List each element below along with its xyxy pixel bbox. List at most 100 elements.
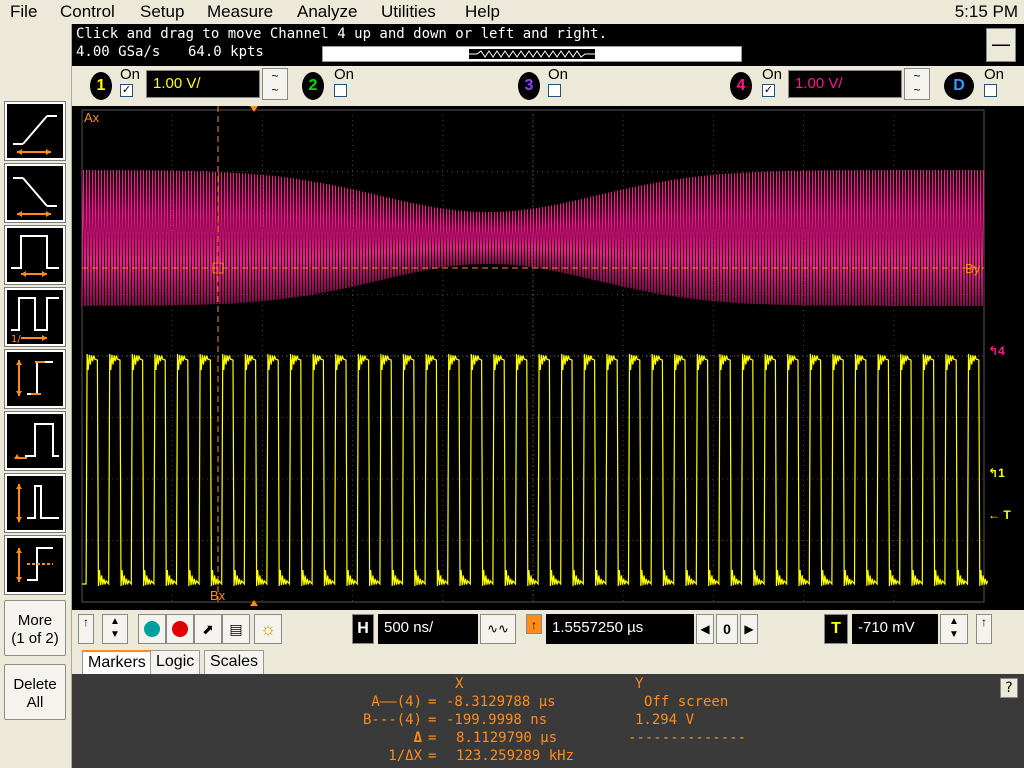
delete-all-label: All bbox=[26, 694, 44, 711]
channel-3-checkbox[interactable] bbox=[548, 84, 561, 97]
printer-icon: ▤ bbox=[229, 621, 243, 637]
single-button[interactable]: ⬈ bbox=[194, 614, 222, 644]
marker-delta-x: 8.1129790 µs bbox=[456, 730, 558, 746]
trigger-level-field[interactable]: -710 mV bbox=[852, 614, 938, 644]
markers-panel: X Y A——(4) = -8.3129788 µs Off screen B-… bbox=[72, 674, 1024, 768]
position-left-arrow-icon[interactable]: ◀ bbox=[696, 614, 714, 644]
status-bar: Click and drag to move Channel 4 up and … bbox=[72, 24, 1024, 66]
timebase-coupling[interactable]: ∿∿ bbox=[480, 614, 516, 644]
trigger-level-marker[interactable]: ← T bbox=[988, 508, 1011, 522]
horizontal-bar: ↑ ▲ ▼ ⬈ ▤ ☼ H 500 ns/ ∿∿ ↑ 1.5557250 µs ◀… bbox=[72, 610, 1024, 648]
menu-bar: File Control Setup Measure Analyze Utili… bbox=[0, 0, 1024, 24]
digital-checkbox[interactable] bbox=[984, 84, 997, 97]
vertical-up-arrow-icon[interactable]: ↑ bbox=[78, 614, 94, 644]
channel-4-scale[interactable]: 1.00 V/ bbox=[788, 70, 902, 98]
sun-icon: ☼ bbox=[259, 619, 277, 639]
marker-y-header: Y bbox=[635, 676, 644, 692]
help-button[interactable]: ? bbox=[1000, 678, 1018, 698]
single-icon: ⬈ bbox=[202, 621, 214, 637]
timebase-field[interactable]: 500 ns/ bbox=[378, 614, 478, 644]
channel-1-ground-marker[interactable]: ↰1 bbox=[988, 466, 1005, 480]
runt-trigger-button[interactable] bbox=[4, 411, 66, 471]
channel-4-on-label: On bbox=[762, 66, 783, 83]
channel-4-icon[interactable]: 4 bbox=[730, 72, 752, 100]
digital-channels-icon[interactable]: D bbox=[944, 72, 974, 100]
channel-2-on-label: On bbox=[334, 66, 355, 83]
menu-setup[interactable]: Setup bbox=[140, 2, 184, 22]
waveform-svg bbox=[81, 106, 989, 606]
brightness-button[interactable]: ☼ bbox=[254, 614, 282, 644]
marker-bx-label: Bx bbox=[210, 588, 226, 603]
menu-utilities[interactable]: Utilities bbox=[381, 2, 436, 22]
trigger-up-arrow-icon[interactable]: ↑ bbox=[976, 614, 992, 644]
rise-time-icon bbox=[16, 360, 53, 396]
stop-button[interactable] bbox=[166, 614, 194, 644]
menu-help[interactable]: Help bbox=[465, 2, 500, 22]
horizontal-h-icon[interactable]: H bbox=[352, 614, 374, 644]
channel-4-coupling[interactable]: ~ ~ bbox=[904, 68, 930, 100]
print-button[interactable]: ▤ bbox=[222, 614, 250, 644]
marker-delta-label: Δ bbox=[413, 730, 422, 746]
trigger-position-top-icon bbox=[250, 106, 258, 112]
run-button[interactable] bbox=[138, 614, 166, 644]
tab-logic[interactable]: Logic bbox=[150, 650, 201, 674]
pulse-width-trigger-button[interactable] bbox=[4, 225, 66, 285]
overview-trace bbox=[469, 50, 595, 58]
sample-rate: 4.00 GSa/s bbox=[76, 44, 161, 60]
scroll-updown-icon[interactable]: ▲ ▼ bbox=[102, 614, 128, 644]
waveform-display[interactable]: Ax Bx By ↰4 ↰1 ← T bbox=[72, 106, 1024, 610]
trigger-level-updown-icon[interactable]: ▲ ▼ bbox=[940, 614, 968, 644]
more-button[interactable]: More (1 of 2) bbox=[4, 600, 66, 656]
marker-a-label: A——(4) bbox=[371, 694, 422, 710]
menu-control[interactable]: Control bbox=[60, 2, 115, 22]
channel-1-on-label: On bbox=[120, 66, 141, 83]
clock: 5:15 PM bbox=[954, 2, 1018, 21]
setup-hold-trigger-button[interactable] bbox=[4, 535, 66, 595]
period-trigger-button[interactable]: 1/ bbox=[4, 287, 66, 347]
digital-on-label: On bbox=[984, 66, 1005, 83]
trigger-t-icon[interactable]: T bbox=[824, 614, 848, 644]
tab-markers[interactable]: Markers bbox=[82, 650, 152, 674]
channel-2-checkbox[interactable] bbox=[334, 84, 347, 97]
waveform-overview[interactable] bbox=[322, 46, 742, 62]
channel-3-icon[interactable]: 3 bbox=[518, 72, 540, 100]
svg-text:1/: 1/ bbox=[11, 334, 21, 344]
rise-time-trigger-button[interactable] bbox=[4, 349, 66, 409]
trigger-position-bottom-icon bbox=[250, 600, 258, 606]
channel-4-ground-marker[interactable]: ↰4 bbox=[988, 344, 1005, 358]
channel-1-scale[interactable]: 1.00 V/ bbox=[146, 70, 260, 98]
channel-1-checkbox[interactable]: ✓ bbox=[120, 84, 133, 97]
marker-x-header: X bbox=[455, 676, 464, 692]
position-right-arrow-icon[interactable]: ▶ bbox=[740, 614, 758, 644]
falling-edge-icon bbox=[13, 177, 57, 217]
delay-reference-icon[interactable]: ↑ bbox=[526, 614, 542, 634]
tab-strip: Markers Logic Scales bbox=[72, 648, 1024, 674]
menu-analyze[interactable]: Analyze bbox=[297, 2, 357, 22]
channel-1-icon[interactable]: 1 bbox=[90, 72, 112, 100]
marker-a-eq: = bbox=[428, 694, 437, 710]
status-message: Click and drag to move Channel 4 up and … bbox=[76, 26, 608, 42]
marker-by-label: By bbox=[965, 261, 981, 276]
delete-label: Delete bbox=[13, 676, 57, 693]
rising-edge-icon bbox=[13, 115, 57, 155]
marker-ax-label: Ax bbox=[84, 110, 100, 125]
position-zero-button[interactable]: 0 bbox=[716, 614, 738, 644]
glitch-trigger-button[interactable] bbox=[4, 473, 66, 533]
channel-2-icon[interactable]: 2 bbox=[302, 72, 324, 100]
delete-all-button[interactable]: Delete All bbox=[4, 664, 66, 720]
run-icon bbox=[144, 621, 160, 637]
channel-4-checkbox[interactable]: ✓ bbox=[762, 84, 775, 97]
marker-inverse-delta-eq: = bbox=[428, 748, 437, 764]
menu-measure[interactable]: Measure bbox=[207, 2, 273, 22]
tab-scales[interactable]: Scales bbox=[204, 650, 265, 674]
rising-edge-trigger-button[interactable] bbox=[4, 101, 66, 161]
minimize-button[interactable]: — bbox=[986, 28, 1016, 62]
marker-b-x: -199.9998 ns bbox=[446, 712, 548, 728]
channel-1-coupling[interactable]: ~ ~ bbox=[262, 68, 288, 100]
falling-edge-trigger-button[interactable] bbox=[4, 163, 66, 223]
marker-inverse-delta-label: 1/ΔX bbox=[388, 748, 422, 764]
marker-a-y: Off screen bbox=[644, 694, 729, 710]
pulse-width-icon bbox=[11, 235, 59, 277]
horizontal-position-field[interactable]: 1.5557250 µs bbox=[546, 614, 694, 644]
menu-file[interactable]: File bbox=[10, 2, 37, 22]
